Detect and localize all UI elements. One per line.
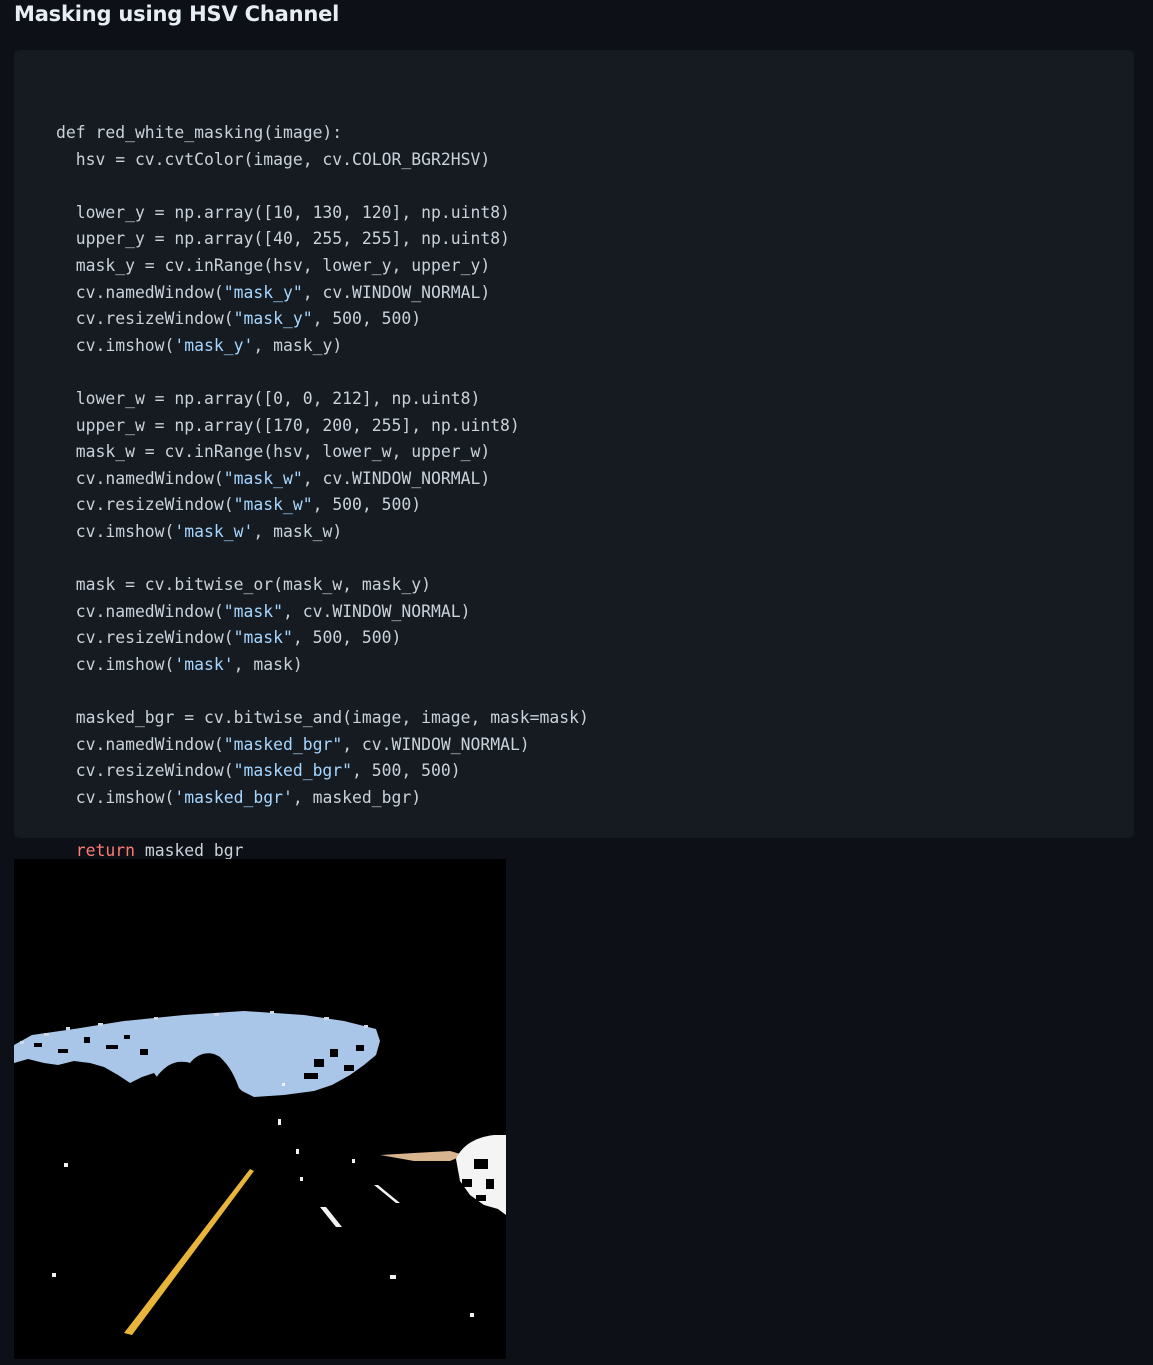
code-text: cv.imshow( <box>56 787 175 807</box>
code-block: def red_white_masking(image): hsv = cv.c… <box>14 50 1134 860</box>
code-line: cv.resizeWindow("mask_y", 500, 500) <box>56 306 589 333</box>
code-text: , 500, 500) <box>292 628 402 648</box>
code-content: def red_white_masking(image): hsv = cv.c… <box>56 120 589 865</box>
code-line: cv.namedWindow("mask_w", cv.WINDOW_NORMA… <box>56 466 589 493</box>
code-line: cv.imshow('mask_w', mask_w) <box>56 519 589 546</box>
code-text: masked_bgr = cv.bitwise_and(image, image… <box>56 708 589 728</box>
masked-road-svg <box>14 859 506 1359</box>
code-line: cv.resizeWindow("masked_bgr", 500, 500) <box>56 758 589 785</box>
code-text: lower_y = np.array([10, 130, 120], np.ui… <box>56 202 510 222</box>
code-text: cv.imshow( <box>56 654 175 674</box>
code-line: lower_y = np.array([10, 130, 120], np.ui… <box>56 200 589 227</box>
code-line: lower_w = np.array([0, 0, 212], np.uint8… <box>56 386 589 413</box>
code-text: upper_y = np.array([40, 255, 255], np.ui… <box>56 229 510 249</box>
code-string: "mask_w" <box>223 468 303 488</box>
code-string: "masked_bgr" <box>233 761 353 781</box>
code-string: 'masked_bgr' <box>174 787 293 807</box>
code-text: mask = cv.bitwise_or(mask_w, mask_y) <box>56 575 431 595</box>
code-keyword: return <box>75 841 135 861</box>
code-text: , cv.WINDOW_NORMAL) <box>342 734 530 754</box>
code-text: def red_white_masking(image): <box>56 123 343 142</box>
code-text: , masked_bgr) <box>292 787 422 807</box>
code-text: cv.namedWindow( <box>56 468 224 488</box>
code-line: masked_bgr = cv.bitwise_and(image, image… <box>56 705 589 732</box>
code-line: cv.imshow('mask', mask) <box>56 652 589 679</box>
code-text: , 500, 500) <box>312 309 422 329</box>
code-string: 'mask_y' <box>174 335 254 355</box>
code-line: mask_y = cv.inRange(hsv, lower_y, upper_… <box>56 253 589 280</box>
code-line: cv.resizeWindow("mask", 500, 500) <box>56 625 589 652</box>
code-text: mask_y = cv.inRange(hsv, lower_y, upper_… <box>56 255 491 275</box>
code-string: "mask_y" <box>223 282 303 302</box>
section-heading: Masking using HSV Channel <box>14 2 340 26</box>
code-text: , cv.WINDOW_NORMAL) <box>302 282 491 302</box>
code-text: cv.resizeWindow( <box>56 761 234 781</box>
code-line: mask = cv.bitwise_or(mask_w, mask_y) <box>56 572 589 599</box>
code-string: 'mask_w' <box>174 521 254 541</box>
code-text: mask_w = cv.inRange(hsv, lower_w, upper_… <box>56 442 491 462</box>
code-text: cv.imshow( <box>56 521 175 541</box>
code-string: "mask_y" <box>233 309 313 329</box>
code-line: cv.imshow('masked_bgr', masked_bgr) <box>56 785 589 812</box>
code-string: "mask" <box>223 601 283 621</box>
code-text: , 500, 500) <box>352 761 461 781</box>
code-text: cv.namedWindow( <box>56 734 224 754</box>
code-text: cv.namedWindow( <box>56 282 224 302</box>
masked-road-image <box>14 859 506 1359</box>
code-string: "mask" <box>233 628 293 648</box>
code-text: , 500, 500) <box>312 495 422 515</box>
code-string: "mask_w" <box>233 495 313 515</box>
code-line: cv.resizeWindow("mask_w", 500, 500) <box>56 492 589 519</box>
code-line: cv.imshow('mask_y', mask_y) <box>56 333 589 360</box>
code-text: upper_w = np.array([170, 200, 255], np.u… <box>56 415 520 435</box>
code-text: hsv = cv.cvtColor(image, cv.COLOR_BGR2HS… <box>56 149 491 169</box>
code-text: cv.imshow( <box>56 335 175 355</box>
code-text: , cv.WINDOW_NORMAL) <box>302 468 491 488</box>
code-line: hsv = cv.cvtColor(image, cv.COLOR_BGR2HS… <box>56 147 589 174</box>
code-string: 'mask' <box>174 654 234 674</box>
code-string: "masked_bgr" <box>223 734 343 754</box>
code-text: , cv.WINDOW_NORMAL) <box>282 601 471 621</box>
code-line: cv.namedWindow("mask_y", cv.WINDOW_NORMA… <box>56 280 589 307</box>
code-text: cv.resizeWindow( <box>56 309 234 329</box>
code-text: , mask_y) <box>253 335 343 355</box>
code-text: cv.resizeWindow( <box>56 495 234 515</box>
code-text: cv.resizeWindow( <box>56 628 234 648</box>
code-text: cv.namedWindow( <box>56 601 224 621</box>
code-line: cv.namedWindow("mask", cv.WINDOW_NORMAL) <box>56 599 589 626</box>
code-line: mask_w = cv.inRange(hsv, lower_w, upper_… <box>56 439 589 466</box>
code-text: masked_bgr <box>134 841 244 861</box>
code-text: lower_w = np.array([0, 0, 212], np.uint8… <box>56 388 481 408</box>
code-line: def red_white_masking(image): <box>56 120 589 147</box>
code-text: , mask_w) <box>253 521 343 541</box>
code-line: upper_w = np.array([170, 200, 255], np.u… <box>56 413 589 440</box>
code-text: , mask) <box>233 654 303 674</box>
code-line: upper_y = np.array([40, 255, 255], np.ui… <box>56 226 589 253</box>
code-line: cv.namedWindow("masked_bgr", cv.WINDOW_N… <box>56 732 589 759</box>
